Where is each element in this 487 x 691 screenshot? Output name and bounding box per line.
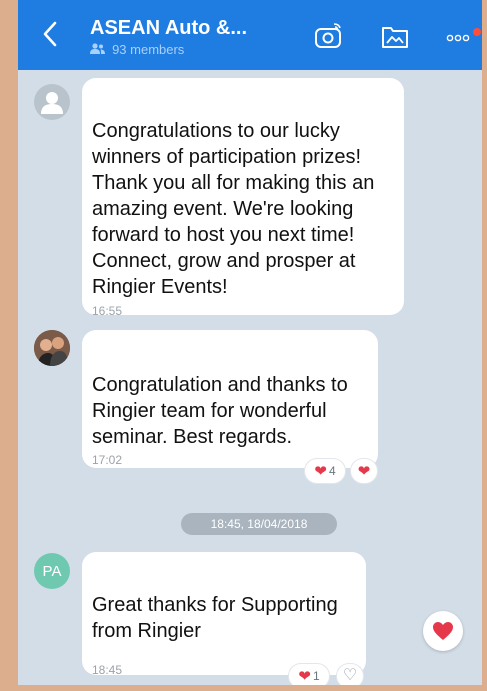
notification-dot: [473, 28, 481, 36]
chat-screen: ASEAN Auto &... 93 members Congratulatio…: [18, 0, 482, 685]
message-time: 18:45: [92, 663, 123, 677]
avatar-initials: PA: [42, 562, 62, 580]
date-separator: 18:45, 18/04/2018: [181, 513, 337, 535]
avatar[interactable]: [34, 84, 70, 120]
message-time: 17:02: [92, 453, 123, 467]
message-bubble[interactable]: Great thanks for Supporting from Ringier…: [82, 552, 366, 677]
default-avatar-icon: [41, 92, 63, 114]
message-text: Great thanks for Supporting from Ringier: [92, 594, 338, 642]
quick-react-button[interactable]: [423, 611, 463, 651]
chevron-left-icon[interactable]: [40, 20, 68, 50]
avatar[interactable]: PA: [34, 553, 70, 589]
message-time: 16:55: [92, 304, 123, 318]
reaction-count: 4: [328, 464, 336, 478]
album-icon[interactable]: [381, 23, 409, 54]
avatar[interactable]: [34, 330, 70, 366]
message-bubble[interactable]: Congratulations to our lucky winners of …: [82, 78, 404, 318]
members-icon: [90, 43, 108, 57]
reaction-summary[interactable]: ❤ 4: [304, 458, 346, 484]
react-button[interactable]: ❤: [350, 458, 378, 484]
camera-icon[interactable]: [314, 23, 344, 54]
react-button[interactable]: ♡: [336, 663, 364, 685]
message-text: Congratulations to our lucky winners of …: [92, 120, 375, 298]
heart-icon: ❤: [314, 462, 327, 480]
message-bubble[interactable]: Congratulation and thanks to Ringier tea…: [82, 330, 378, 468]
more-icon[interactable]: [446, 30, 472, 48]
heart-icon: ❤: [298, 667, 311, 685]
heart-outline-icon: ♡: [342, 667, 358, 684]
heart-icon: [433, 622, 453, 640]
chat-header: ASEAN Auto &... 93 members: [18, 0, 482, 70]
photo-avatar: [34, 330, 70, 366]
member-count-label: 93 members: [112, 42, 185, 57]
heart-icon: ❤: [357, 462, 371, 480]
message-text: Congratulation and thanks to Ringier tea…: [92, 374, 348, 448]
reaction-summary[interactable]: ❤ 1: [288, 663, 330, 685]
member-count[interactable]: 93 members: [90, 42, 184, 57]
reaction-count: 1: [312, 669, 320, 683]
group-title[interactable]: ASEAN Auto &...: [90, 17, 247, 40]
